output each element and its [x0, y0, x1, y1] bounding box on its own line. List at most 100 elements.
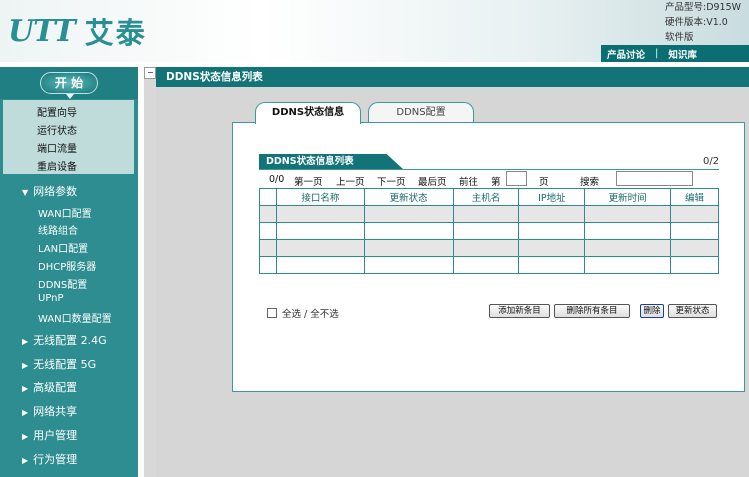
nav-group-wireless-5g[interactable]: ▶ 无线配置 5G [22, 356, 96, 372]
nav-group-sharing[interactable]: ▶ 网络共享 [22, 403, 77, 419]
table-header-row: 接口名称 更新状态 主机名 IP地址 更新时间 编辑 [259, 188, 719, 206]
column-header-ip[interactable]: IP地址 [518, 188, 586, 206]
tab-ddns-config[interactable]: DDNS配置 [368, 102, 474, 123]
divider [259, 169, 719, 170]
search-label: 搜索 [580, 177, 600, 188]
table-cell [518, 239, 586, 257]
chevron-right-icon: ▶ [22, 456, 29, 465]
table-cell [275, 239, 365, 257]
nav-group-label: 用户管理 [33, 429, 78, 442]
chevron-right-icon: ▶ [22, 384, 29, 393]
column-header-update-time[interactable]: 更新时间 [584, 188, 672, 206]
nav-group-users[interactable]: ▶ 用户管理 [22, 427, 77, 443]
chevron-right-icon: ▶ [22, 408, 29, 417]
chevron-right-icon: ▶ [22, 337, 29, 346]
main-content: DDNS状态信息列表 DDNS状态信息 DDNS配置 DDNS状态信息列表 0/… [156, 67, 749, 477]
table-cell [275, 222, 365, 240]
nav-group-advanced[interactable]: ▶ 高级配置 [22, 379, 77, 395]
table-cell [584, 205, 672, 223]
select-all-checkbox[interactable] [267, 308, 277, 318]
ddns-status-table: 接口名称 更新状态 主机名 IP地址 更新时间 编辑 [259, 188, 719, 274]
quick-menu: 配置向导 运行状态 端口流量 重启设备 [3, 100, 134, 174]
chevron-down-icon: ▼ [22, 188, 29, 197]
nav-group-label: 行为管理 [33, 453, 78, 466]
goto-button[interactable]: 前往 [459, 174, 478, 188]
nav-group-label: 无线配置 5G [33, 358, 97, 371]
table-cell [452, 222, 520, 240]
table-cell [452, 205, 520, 223]
menu-setup-wizard[interactable]: 配置向导 [37, 104, 77, 119]
table-row [259, 256, 719, 274]
select-all-toggle[interactable]: 全选 / 全不选 [267, 306, 339, 320]
header-banner: UTT 艾泰 产品型号:D915W 硬件版本:V1.0 软件版本:nvD915W… [0, 0, 749, 62]
ddns-status-panel: DDNS状态信息列表 0/2 0/0 第一页 上一页 下一页 最后页 前往 第 … [232, 122, 745, 392]
table-cell [363, 256, 454, 274]
page-count: 0/2 [703, 156, 720, 167]
start-bar: 开 始 [0, 67, 138, 99]
table-cell [259, 205, 277, 223]
page-title: DDNS状态信息列表 [156, 67, 749, 87]
sidebar-splitter[interactable] [144, 67, 156, 477]
hardware-version: 硬件版本:V1.0 [665, 17, 728, 28]
collapse-sidebar-icon[interactable] [144, 67, 156, 79]
table-row [259, 239, 719, 257]
next-page-link[interactable]: 下一页 [377, 174, 406, 188]
nav-group-label: 网络共享 [33, 405, 78, 418]
delete-button[interactable]: 删除 [640, 304, 664, 318]
product-discussion-link[interactable]: 产品讨论 [601, 47, 651, 61]
table-cell [363, 239, 454, 257]
table-row [259, 222, 719, 240]
nav-item-lan[interactable]: LAN口配置 [38, 240, 88, 255]
table-cell [584, 256, 672, 274]
table-cell [452, 256, 520, 274]
table-cell [670, 222, 719, 240]
nav-item-upnp[interactable]: UPnP [38, 293, 64, 304]
table-cell [584, 239, 672, 257]
first-page-link[interactable]: 第一页 [294, 174, 323, 188]
brand-logo: UTT 艾泰 [8, 14, 147, 51]
table-cell [518, 205, 586, 223]
nav-group-label: 高级配置 [33, 381, 78, 394]
table-cell [259, 222, 277, 240]
sidebar: 开 始 配置向导 运行状态 端口流量 重启设备 ▼ 网络参数 WAN口配置 线路组… [0, 67, 138, 477]
last-page-link[interactable]: 最后页 [418, 174, 447, 188]
table-cell [363, 222, 454, 240]
table-cell [275, 205, 365, 223]
table-cell [452, 239, 520, 257]
column-header-hostname[interactable]: 主机名 [452, 188, 520, 206]
add-entry-button[interactable]: 添加新条目 [489, 304, 550, 318]
nav-group-wireless-24g[interactable]: ▶ 无线配置 2.4G [22, 332, 107, 348]
table-cell [363, 205, 454, 223]
nav-item-wan-count[interactable]: WAN口数量配置 [38, 310, 112, 325]
table-cell [259, 239, 277, 257]
table-cell [275, 256, 365, 274]
nav-group-network[interactable]: ▼ 网络参数 [22, 183, 77, 199]
chevron-right-icon: ▶ [22, 432, 29, 441]
column-header-interface[interactable]: 接口名称 [275, 188, 365, 206]
menu-reboot-device[interactable]: 重启设备 [37, 158, 77, 173]
nav-item-line-combination[interactable]: 线路组合 [38, 222, 78, 237]
knowledge-base-link[interactable]: 知识库 [662, 47, 703, 61]
list-title: DDNS状态信息列表 [259, 154, 404, 170]
tab-ddns-status[interactable]: DDNS状态信息 [255, 102, 361, 124]
table-cell [670, 256, 719, 274]
quicklinks-bar: 产品讨论 | 知识库 [601, 45, 749, 62]
nav-group-behavior[interactable]: ▶ 行为管理 [22, 451, 77, 467]
search-input[interactable] [616, 171, 693, 186]
pager-position: 0/0 [269, 174, 285, 185]
nav-group-label: 网络参数 [33, 185, 78, 198]
start-button[interactable]: 开 始 [40, 72, 98, 99]
page-number-input[interactable] [506, 171, 527, 186]
nav-item-dhcp[interactable]: DHCP服务器 [38, 258, 96, 273]
delete-all-button[interactable]: 删除所有条目 [554, 304, 630, 318]
table-cell [518, 222, 586, 240]
menu-port-traffic[interactable]: 端口流量 [37, 140, 77, 155]
column-header-update-status[interactable]: 更新状态 [363, 188, 454, 206]
prev-page-link[interactable]: 上一页 [336, 174, 365, 188]
nav-item-wan[interactable]: WAN口配置 [38, 205, 92, 220]
logo-chinese-name: 艾泰 [84, 16, 147, 50]
nav-item-ddns[interactable]: DDNS配置 [38, 276, 87, 291]
nav-group-label: 无线配置 2.4G [33, 334, 107, 347]
menu-running-status[interactable]: 运行状态 [37, 122, 77, 137]
refresh-status-button[interactable]: 更新状态 [668, 304, 717, 318]
